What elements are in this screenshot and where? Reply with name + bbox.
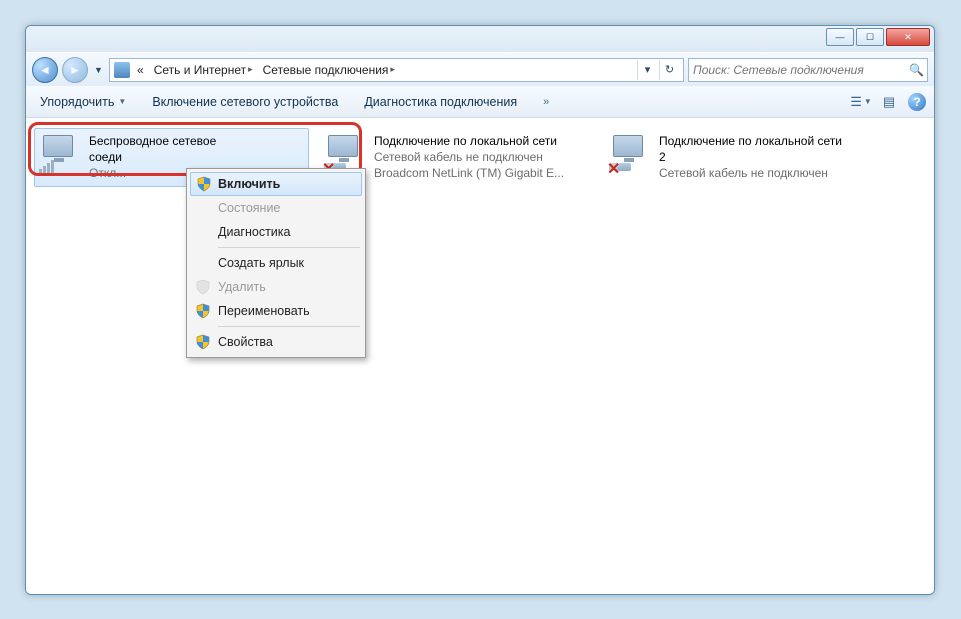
breadcrumb-label: Сетевые подключения — [263, 63, 389, 77]
organize-label: Упорядочить — [40, 95, 114, 109]
context-menu: Включить Состояние Диагностика Создать я… — [186, 168, 366, 358]
wireless-adapter-icon — [39, 133, 83, 173]
uac-shield-icon — [195, 334, 211, 350]
search-icon: 🔍 — [909, 63, 923, 77]
minimize-button[interactable]: — — [826, 28, 854, 46]
ctx-properties[interactable]: Свойства — [190, 330, 362, 354]
connection-adapter: Broadcom NetLink (TM) Gigabit E... — [374, 165, 564, 181]
chevron-right-icon: ▸ — [248, 64, 253, 75]
chevron-down-icon: ▼ — [118, 97, 126, 106]
titlebar: — ☐ ✕ — [26, 26, 934, 52]
ctx-status: Состояние — [190, 196, 362, 220]
search-box[interactable]: 🔍 — [688, 58, 928, 82]
location-icon — [114, 62, 130, 78]
connection-status: Сетевой кабель не подключен — [374, 149, 564, 165]
connection-text: Подключение по локальной сети 2 Сетевой … — [659, 133, 842, 182]
breadcrumb-prefix[interactable]: « — [134, 63, 147, 77]
navigation-bar: ◄ ► ▼ « Сеть и Интернет ▸ Сетевые подклю… — [26, 52, 934, 86]
address-bar[interactable]: « Сеть и Интернет ▸ Сетевые подключения … — [109, 58, 684, 82]
breadcrumb-seg-connections[interactable]: Сетевые подключения ▸ — [260, 63, 398, 77]
maximize-button[interactable]: ☐ — [856, 28, 884, 46]
ctx-separator — [218, 247, 360, 248]
toolbar-right: ☰▼ ▤ ? — [852, 93, 926, 111]
uac-shield-icon — [195, 303, 211, 319]
connection-status: Сетевой кабель не подключен — [659, 165, 842, 181]
help-button[interactable]: ? — [908, 93, 926, 111]
lan-adapter-icon: ✕ — [609, 133, 653, 173]
command-bar: Упорядочить ▼ Включение сетевого устройс… — [26, 86, 934, 118]
preview-pane-button[interactable]: ▤ — [880, 93, 898, 111]
ctx-rename[interactable]: Переименовать — [190, 299, 362, 323]
nav-back-button[interactable]: ◄ — [32, 57, 58, 83]
window-controls: — ☐ ✕ — [826, 28, 930, 46]
lan-adapter-icon: ✕ — [324, 133, 368, 173]
connection-text: Подключение по локальной сети Сетевой ка… — [374, 133, 564, 182]
nav-history-dropdown[interactable]: ▼ — [92, 63, 105, 76]
breadcrumb-seg-network[interactable]: Сеть и Интернет ▸ — [151, 63, 256, 77]
ctx-separator — [218, 326, 360, 327]
connection-name: Подключение по локальной сети — [374, 133, 564, 149]
search-input[interactable] — [693, 63, 905, 77]
organize-menu[interactable]: Упорядочить ▼ — [34, 92, 132, 112]
connection-name-line2: 2 — [659, 149, 842, 165]
connection-name-line2: соеди — [89, 149, 216, 165]
nav-forward-button[interactable]: ► — [62, 57, 88, 83]
ctx-diagnose[interactable]: Диагностика — [190, 220, 362, 244]
uac-shield-icon — [196, 176, 212, 192]
connection-item-lan2[interactable]: ✕ Подключение по локальной сети 2 Сетево… — [604, 128, 879, 187]
address-bar-buttons: ▾ ↻ — [637, 60, 679, 80]
disconnected-x-icon: ✕ — [607, 159, 623, 175]
ctx-rename-label: Переименовать — [218, 304, 310, 318]
connection-name-line1: Подключение по локальной сети — [659, 133, 842, 149]
diagnose-button[interactable]: Диагностика подключения — [358, 92, 523, 112]
close-button[interactable]: ✕ — [886, 28, 930, 46]
ctx-create-shortcut[interactable]: Создать ярлык — [190, 251, 362, 275]
connection-name-line1: Беспроводное сетевое — [89, 133, 216, 149]
chevron-right-icon: ▸ — [390, 64, 395, 75]
breadcrumb-label: Сеть и Интернет — [154, 63, 246, 77]
toolbar-overflow[interactable]: » — [537, 93, 553, 111]
address-dropdown-button[interactable]: ▾ — [637, 60, 657, 80]
enable-device-button[interactable]: Включение сетевого устройства — [146, 92, 344, 112]
ctx-delete: Удалить — [190, 275, 362, 299]
ctx-enable[interactable]: Включить — [190, 172, 362, 196]
content-area[interactable]: Беспроводное сетевое соеди Откл... ✕ Под… — [26, 118, 934, 594]
ctx-properties-label: Свойства — [218, 335, 273, 349]
explorer-window: — ☐ ✕ ◄ ► ▼ « Сеть и Интернет ▸ Сетевые … — [25, 25, 935, 595]
uac-shield-icon — [195, 279, 211, 295]
ctx-enable-label: Включить — [218, 177, 280, 191]
ctx-delete-label: Удалить — [218, 280, 266, 294]
view-options-button[interactable]: ☰▼ — [852, 93, 870, 111]
refresh-button[interactable]: ↻ — [659, 60, 679, 80]
